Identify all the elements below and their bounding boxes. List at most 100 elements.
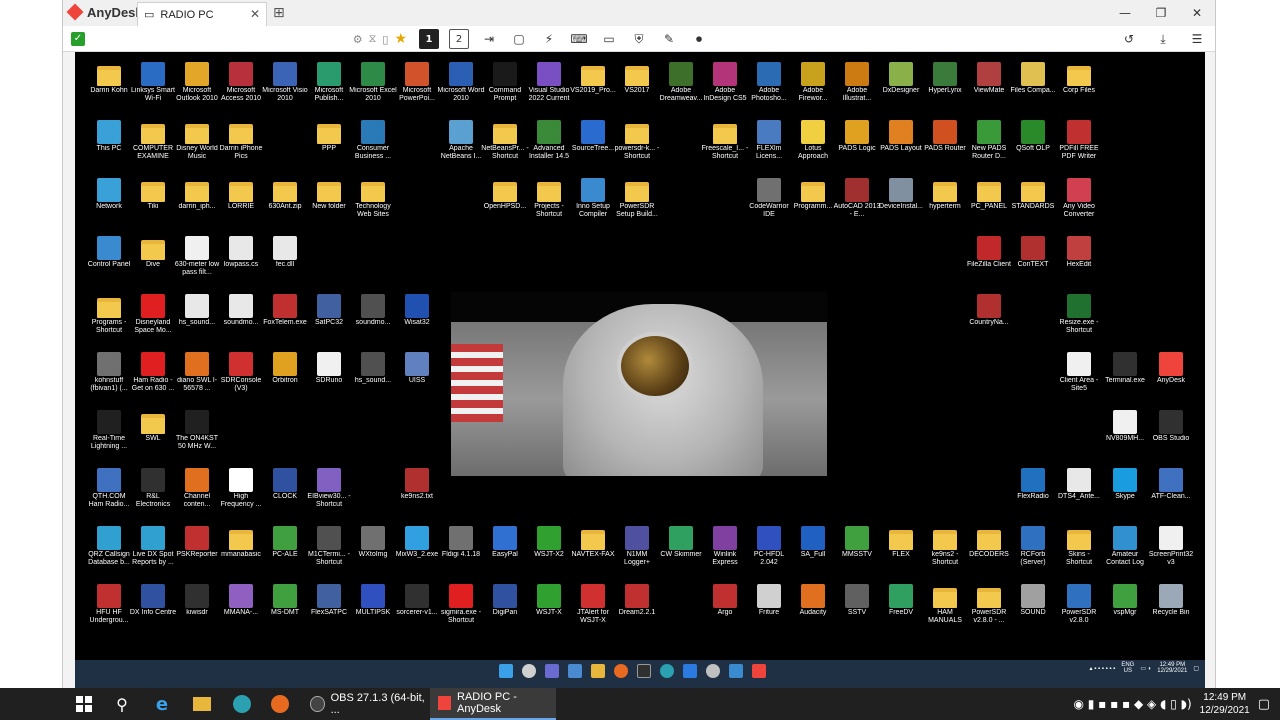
taskbar-app-anydesk[interactable]: RADIO PC - AnyDesk — [430, 688, 556, 720]
desktop-icon[interactable]: hs_sound... — [349, 350, 397, 385]
desktop-icon[interactable]: Freescale_I... - Shortcut — [701, 118, 749, 161]
remote-zoom-icon[interactable] — [683, 664, 697, 678]
desktop-icon[interactable]: Resize.exe - Shortcut — [1055, 292, 1103, 335]
desktop-icon[interactable]: Files Compa... — [1009, 60, 1057, 95]
desktop-icon[interactable]: ke9ns2.txt — [393, 466, 441, 501]
monitor-2-button[interactable]: 2 — [449, 29, 469, 49]
desktop-icon[interactable]: Skype — [1101, 466, 1149, 501]
desktop-icon[interactable]: Adobe Illustrat... — [833, 60, 881, 103]
desktop-icon[interactable]: Lotus Approach — [789, 118, 837, 161]
desktop-icon[interactable]: WSJT-X2 — [525, 524, 573, 559]
desktop-icon[interactable]: ScreenPrint32 v3 — [1147, 524, 1195, 567]
remote-start-icon[interactable] — [499, 664, 513, 678]
desktop-icon[interactable]: Microsoft Visio 2010 — [261, 60, 309, 103]
desktop-icon[interactable]: DeviceInstal... — [877, 176, 925, 211]
edge-icon[interactable] — [230, 688, 254, 720]
desktop-icon[interactable]: Terminal.exe — [1101, 350, 1149, 385]
history-icon[interactable]: ↺ — [1119, 29, 1139, 49]
desktop-icon[interactable]: sigmira.exe - Shortcut — [437, 582, 485, 625]
desktop-icon[interactable]: Dive — [129, 234, 177, 269]
desktop-icon[interactable]: PSKReporter — [173, 524, 221, 559]
desktop-icon[interactable]: WSJT-X — [525, 582, 573, 617]
favorite-star-icon[interactable]: ★ — [394, 31, 407, 47]
remote-firefox-icon[interactable] — [614, 664, 628, 678]
desktop-icon[interactable]: Darrin iPhone Pics — [217, 118, 265, 161]
desktop-icon[interactable]: PDFill FREE PDF Writer — [1055, 118, 1103, 161]
desktop-icon[interactable]: Visual Studio 2022 Current — [525, 60, 573, 103]
actions-icon[interactable]: ⚡ — [539, 29, 559, 49]
desktop-icon[interactable]: New PADS Router D... — [965, 118, 1013, 161]
desktop-icon[interactable]: Microsoft Excel 2010 — [349, 60, 397, 103]
display-icon[interactable]: ▭ — [599, 29, 619, 49]
desktop-icon[interactable]: Microsoft PowerPoi... — [393, 60, 441, 103]
desktop-icon[interactable]: Linksys Smart Wi-Fi — [129, 60, 177, 103]
remote-edge-icon[interactable] — [660, 664, 674, 678]
desktop-icon[interactable]: MMANA-... — [217, 582, 265, 617]
desktop-icon[interactable]: SatPC32 — [305, 292, 353, 327]
desktop-icon[interactable]: FLEX — [877, 524, 925, 559]
desktop-icon[interactable]: DX Info Centre — [129, 582, 177, 617]
desktop-icon[interactable]: WXtoImg — [349, 524, 397, 559]
remote-teams-icon[interactable] — [545, 664, 559, 678]
desktop-icon[interactable]: AutoCAD 2013 - E... — [833, 176, 881, 219]
desktop-icon[interactable]: PowerSDR v2.8.0 — [1055, 582, 1103, 625]
address-bar[interactable]: ✓ ⚙ ⧖ ▯ ★ — [67, 29, 407, 49]
menu-icon[interactable]: ☰ — [1187, 29, 1207, 49]
desktop-icon[interactable]: PC-HFDL 2.042 — [745, 524, 793, 567]
desktop-icon[interactable]: ConTEXT — [1009, 234, 1057, 269]
desktop-icon[interactable]: QTH.COM Ham Radio... — [85, 466, 133, 509]
desktop-icon[interactable]: Amateur Contact Log — [1101, 524, 1149, 567]
desktop-icon[interactable]: HyperLynx — [921, 60, 969, 95]
desktop-icon[interactable]: SOUND — [1009, 582, 1057, 617]
desktop-icon[interactable]: kiwisdr — [173, 582, 221, 617]
desktop-icon[interactable]: Disneyland Space Mo... — [129, 292, 177, 335]
desktop-icon[interactable]: HAM MANUALS — [921, 582, 969, 625]
close-tab-icon[interactable]: ✕ — [250, 7, 260, 21]
desktop-icon[interactable]: MixW3_2.exe — [393, 524, 441, 559]
desktop-icon[interactable]: Adobe InDesign CS5 — [701, 60, 749, 103]
desktop-icon[interactable]: lowpass.cs — [217, 234, 265, 269]
desktop-icon[interactable]: Audacity — [789, 582, 837, 617]
desktop-icon[interactable]: FoxTelem.exe — [261, 292, 309, 327]
desktop-icon[interactable]: STANDARDS — [1009, 176, 1057, 211]
desktop-icon[interactable]: CLOCK — [261, 466, 309, 501]
new-tab-icon[interactable]: ⊞ — [273, 5, 285, 21]
desktop-icon[interactable]: EasyPal — [481, 524, 529, 559]
taskbar-app-obs[interactable]: OBS 27.1.3 (64-bit, ... — [302, 688, 426, 720]
file-explorer-icon[interactable] — [190, 688, 214, 720]
desktop-icon[interactable]: Microsoft Word 2010 — [437, 60, 485, 103]
desktop-icon[interactable]: CW Skimmer — [657, 524, 705, 559]
monitor-1-button[interactable]: 1 — [419, 29, 439, 49]
keyboard-icon[interactable]: ⌨ — [569, 29, 589, 49]
desktop-icon[interactable]: PPP — [305, 118, 353, 153]
desktop-icon[interactable]: NAVTEX-FAX — [569, 524, 617, 559]
desktop-icon[interactable]: FlexSATPC — [305, 582, 353, 617]
desktop-icon[interactable]: Darrin Kohn — [85, 60, 133, 95]
desktop-icon[interactable]: COMPUTER EXAMINE — [129, 118, 177, 161]
desktop-icon[interactable]: sorcerer-v1... — [393, 582, 441, 617]
desktop-icon[interactable]: kohnstuff (fbivan1) (... — [85, 350, 133, 393]
desktop-icon[interactable]: FlexRadio — [1009, 466, 1057, 501]
desktop-icon[interactable]: High Frequency ... — [217, 466, 265, 509]
desktop-icon[interactable]: AnyDesk — [1147, 350, 1195, 385]
desktop-icon[interactable]: PADS Router — [921, 118, 969, 153]
desktop-icon[interactable]: The ON4KST 50 MHz W... — [173, 408, 221, 451]
desktop-icon[interactable]: Microsoft Outlook 2010 — [173, 60, 221, 103]
desktop-icon[interactable]: VS2017 — [613, 60, 661, 95]
desktop-icon[interactable]: PC_PANEL — [965, 176, 1013, 211]
desktop-icon[interactable]: NetBeansPr... - Shortcut — [481, 118, 529, 161]
desktop-icon[interactable]: Fldigi 4.1.18 — [437, 524, 485, 559]
desktop-icon[interactable]: EIBview30... - Shortcut — [305, 466, 353, 509]
permissions-shield-icon[interactable]: ⛨ — [629, 29, 649, 49]
desktop-icon[interactable]: New folder — [305, 176, 353, 211]
desktop-icon[interactable]: Corp Files — [1055, 60, 1103, 95]
desktop-icon[interactable]: ViewMate — [965, 60, 1013, 95]
desktop-icon[interactable]: Adobe Dreamweav... — [657, 60, 705, 103]
desktop-icon[interactable]: NV809MH... — [1101, 408, 1149, 443]
desktop-icon[interactable]: CodeWarrior IDE — [745, 176, 793, 219]
desktop-icon[interactable]: diano SWL l-56578 ... — [173, 350, 221, 393]
tray-icons[interactable]: ◉ ▮ ▪ ▪ ▪ ◆ ◈ ◖ ▯ ◗) — [1073, 697, 1191, 711]
desktop-icon[interactable]: PADS Layout — [877, 118, 925, 153]
desktop-icon[interactable]: powersdr-k... - Shortcut — [613, 118, 661, 161]
desktop-icon[interactable]: N1MM Logger+ — [613, 524, 661, 567]
